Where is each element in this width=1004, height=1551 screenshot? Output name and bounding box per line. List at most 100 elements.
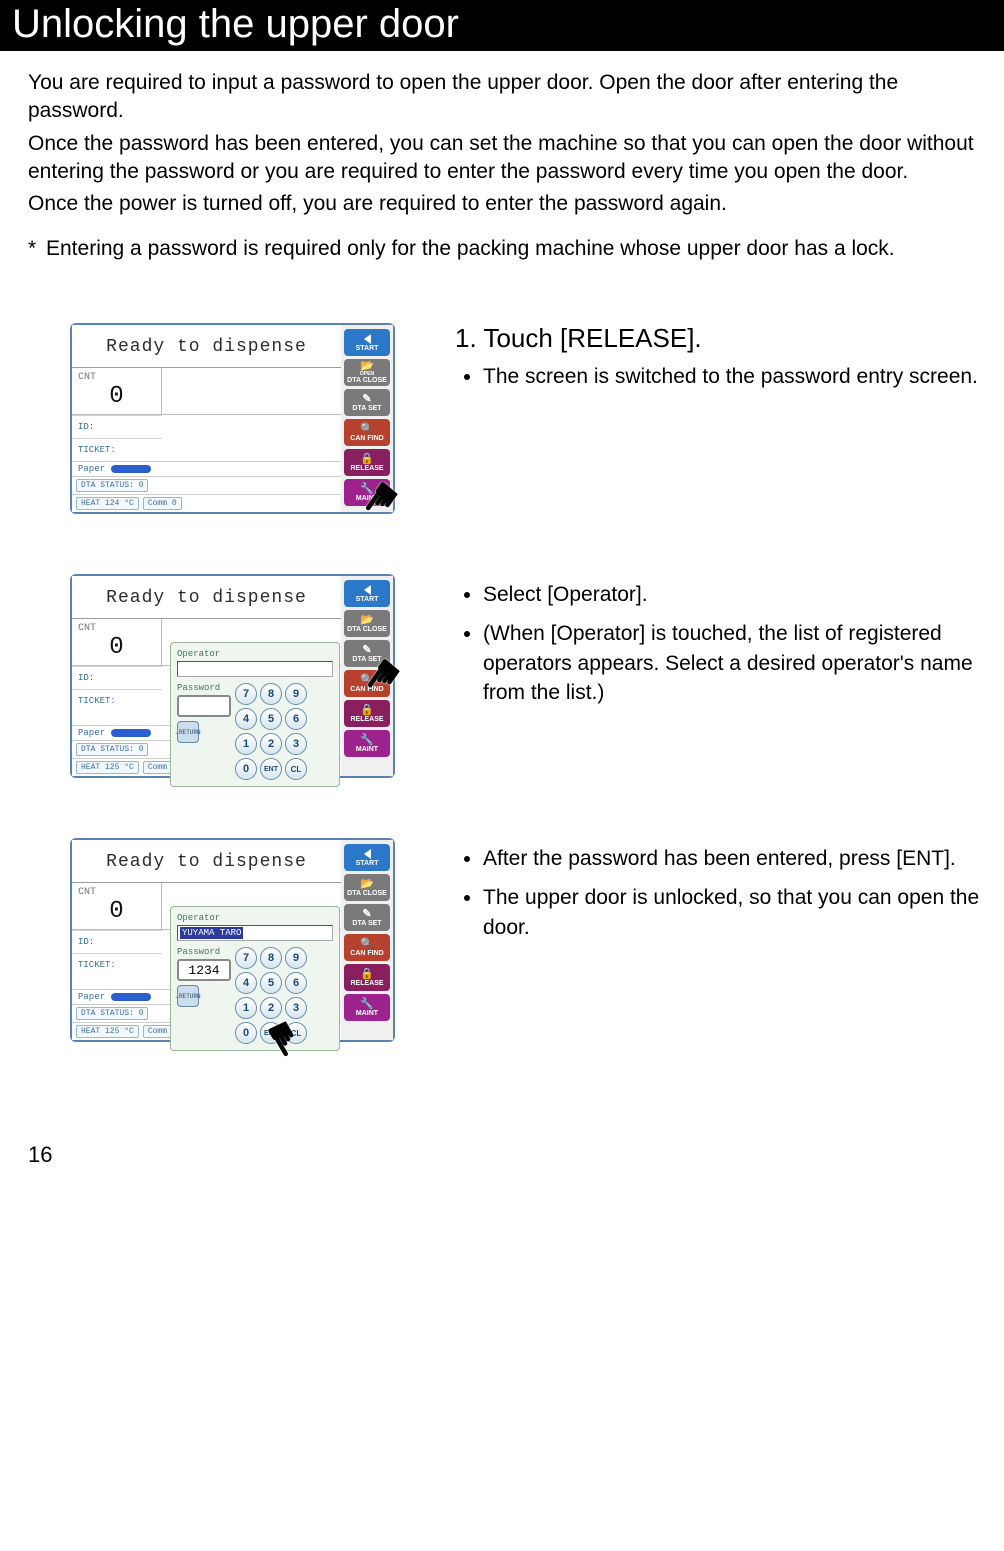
dta-set-button[interactable]: ✎DTA SET [344,389,390,416]
key-0[interactable]: 0 [235,758,257,780]
key-3[interactable]: 3 [285,997,307,1019]
play-icon [364,585,371,595]
operator-label: Operator [177,649,333,659]
edit-icon: ✎ [362,909,371,920]
key-4[interactable]: 4 [235,708,257,730]
can-find-button[interactable]: 🔍CAN FIND [344,419,390,446]
release-button[interactable]: 🔒RELEASE [344,700,390,727]
folder-open-icon: 📂 [360,615,374,626]
key-8[interactable]: 8 [260,683,282,705]
dta-status: DTA STATUS: 0 [76,1007,148,1020]
dta-status: DTA STATUS: 0 [76,743,148,756]
edit-icon: ✎ [362,645,371,656]
key-0[interactable]: 0 [235,1022,257,1044]
key-5[interactable]: 5 [260,972,282,994]
operator-dropdown[interactable] [177,661,333,677]
maint-button[interactable]: 🔧MAINT [344,994,390,1021]
cnt-label: CNT [78,372,155,383]
intro-paragraph: Once the power is turned off, you are re… [28,190,974,218]
can-find-button[interactable]: 🔍CAN FIND [344,934,390,961]
search-icon: 🔍 [360,939,374,950]
step-bullet: The upper door is unlocked, so that you … [483,883,984,942]
password-panel: Operator YUYAMA TARO Password 1234 ←RETU… [170,906,340,1051]
id-label: ID: [72,666,162,689]
key-cl[interactable]: CL [285,758,307,780]
lock-icon: 🔒 [360,705,374,716]
heat-status: HEAT 124 °C [76,497,139,510]
operator-selected: YUYAMA TARO [180,927,243,939]
key-8[interactable]: 8 [260,947,282,969]
wrench-icon: 🔧 [360,484,374,495]
step-1: Ready to dispense CNT 0 ID: [70,323,984,514]
key-5[interactable]: 5 [260,708,282,730]
screen-header: Ready to dispense [72,576,341,619]
key-3[interactable]: 3 [285,733,307,755]
edit-icon: ✎ [362,394,371,405]
dta-set-button[interactable]: ✎DTA SET [344,904,390,931]
key-6[interactable]: 6 [285,972,307,994]
id-label: ID: [72,415,162,438]
key-7[interactable]: 7 [235,683,257,705]
dta-status: DTA STATUS: 0 [76,479,148,492]
key-7[interactable]: 7 [235,947,257,969]
return-button[interactable]: ←RETURN [177,985,199,1007]
play-icon [364,849,371,859]
folder-open-icon: 📂 [360,879,374,890]
comm-status: Comm 0 [143,497,182,510]
key-9[interactable]: 9 [285,947,307,969]
ticket-label: TICKET: [72,689,162,712]
dta-set-button[interactable]: ✎DTA SET [344,640,390,667]
heat-status: HEAT 125 °C [76,1025,139,1038]
keypad: 789 456 123 0ENTCL [235,683,307,780]
start-button[interactable]: START [344,329,390,356]
return-button[interactable]: ←RETURN [177,721,199,743]
start-button[interactable]: START [344,844,390,871]
key-9[interactable]: 9 [285,683,307,705]
password-label: Password [177,683,231,693]
key-6[interactable]: 6 [285,708,307,730]
key-cl[interactable]: CL [285,1022,307,1044]
maint-button[interactable]: 🔧MAINT [344,730,390,757]
screenshot-1: Ready to dispense CNT 0 ID: [70,323,395,514]
dta-open-close-button[interactable]: 📂OPENDTA CLOSE [344,359,390,386]
operator-dropdown[interactable]: YUYAMA TARO [177,925,333,941]
search-icon: 🔍 [360,424,374,435]
ticket-label: TICKET: [72,438,162,461]
lock-icon: 🔒 [360,969,374,980]
key-2[interactable]: 2 [260,733,282,755]
wrench-icon: 🔧 [360,735,374,746]
side-buttons: START 📂DTA CLOSE ✎DTA SET 🔍CAN FIND 🔒REL… [341,840,393,1040]
password-field[interactable] [177,695,231,717]
start-button[interactable]: START [344,580,390,607]
maint-button[interactable]: 🔧MAINT [344,479,390,506]
screen-header: Ready to dispense [72,840,341,883]
screen-header: Ready to dispense [72,325,341,368]
key-1[interactable]: 1 [235,997,257,1019]
key-ent[interactable]: ENT [260,758,282,780]
wrench-icon: 🔧 [360,999,374,1010]
asterisk: * [28,235,46,263]
release-button[interactable]: 🔒RELEASE [344,449,390,476]
intro-paragraph: You are required to input a password to … [28,69,974,126]
key-ent[interactable]: ENT [260,1022,282,1044]
footnote: * Entering a password is required only f… [0,223,1004,263]
password-panel: Operator Password ←RETURN 789 456 [170,642,340,787]
key-2[interactable]: 2 [260,997,282,1019]
password-field[interactable]: 1234 [177,959,231,981]
cnt-label: CNT [78,623,155,634]
cnt-value: 0 [78,898,155,925]
lock-icon: 🔒 [360,454,374,465]
password-label: Password [177,947,231,957]
step-2: Ready to dispense CNT 0 ID: [70,574,984,778]
dta-open-close-button[interactable]: 📂DTA CLOSE [344,610,390,637]
can-find-button[interactable]: 🔍CAN FIND [344,670,390,697]
dta-open-close-button[interactable]: 📂DTA CLOSE [344,874,390,901]
step-bullet: (When [Operator] is touched, the list of… [483,619,984,707]
screenshot-2: Ready to dispense CNT 0 ID: [70,574,395,778]
key-4[interactable]: 4 [235,972,257,994]
release-button[interactable]: 🔒RELEASE [344,964,390,991]
manual-page: Unlocking the upper door You are require… [0,0,1004,1198]
key-1[interactable]: 1 [235,733,257,755]
cnt-value: 0 [78,383,155,410]
step-3: Ready to dispense CNT 0 ID: [70,838,984,1042]
